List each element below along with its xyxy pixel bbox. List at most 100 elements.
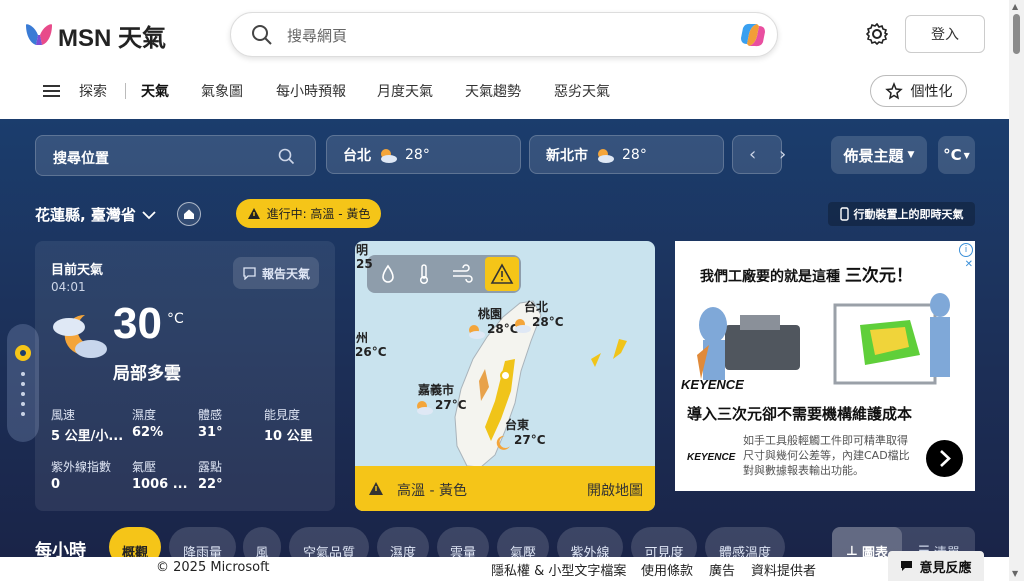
ad-headline-emphasis: 三次元！	[844, 266, 913, 286]
top-nav: 探索 天氣 氣象圖 每小時預報 月度天氣 天氣趨勢 惡劣天氣 個性化	[0, 68, 1009, 119]
page-scrollbar[interactable]: ▲ ▼	[1009, 0, 1024, 581]
city-temp: 28°	[405, 146, 430, 163]
login-button[interactable]: 登入	[905, 15, 985, 53]
nav-item-trends[interactable]: 天氣趨勢	[465, 81, 521, 101]
scroll-up-arrow-icon[interactable]: ▲	[1012, 2, 1018, 11]
copyright: © 2025 Microsoft	[156, 560, 270, 575]
city-pill-partial[interactable]	[732, 135, 782, 174]
scrollbar-thumb[interactable]	[1013, 14, 1020, 54]
stat-feels-like: 體感 31°	[198, 406, 268, 440]
moon-icon	[496, 435, 510, 450]
theme-label: 佈景主題	[843, 146, 904, 165]
search-bar[interactable]: 搜尋網頁	[230, 12, 778, 57]
personalize-label: 個性化	[910, 84, 953, 100]
home-icon[interactable]	[177, 202, 201, 226]
mobile-live-weather-link[interactable]: 行動裝置上的即時天氣	[828, 202, 975, 226]
tab-pressure[interactable]: 氣壓	[497, 527, 549, 557]
tab-cloud-cover[interactable]: 雲量	[437, 527, 489, 557]
ad-brand: KEYENCE	[681, 377, 744, 392]
ad-go-button[interactable]	[926, 440, 963, 477]
map-city-label: 台北	[524, 300, 549, 314]
heat-alert-pill[interactable]: 進行中: 高溫 - 黃色	[236, 199, 381, 228]
map-city-temp: 26°C	[355, 345, 387, 359]
stat-value: 62%	[132, 425, 164, 440]
feedback-label: 意見反應	[919, 560, 972, 576]
chevron-right-icon[interactable]: ›	[779, 144, 786, 165]
ad-brand-small: KEYENCE	[687, 452, 736, 463]
map-city-temp: 27°C	[514, 433, 546, 447]
stat-visibility: 能見度 10 公里	[264, 406, 334, 444]
tab-feels-like[interactable]: 體感溫度	[705, 527, 785, 557]
footer: © 2025 Microsoft 隱私權 & 小型文字檔案 使用條款 廣告 資料…	[0, 557, 1009, 581]
tab-visibility[interactable]: 可見度	[631, 527, 697, 557]
search-input[interactable]: 搜尋網頁	[287, 25, 347, 46]
star-sparkle-icon	[884, 82, 903, 100]
map-alert-footer[interactable]: 高溫 - 黃色 開啟地圖	[355, 466, 655, 511]
unit-dropdown[interactable]: °C ▼	[938, 136, 975, 174]
city-pill-new-taipei[interactable]: 新北市 28°	[529, 135, 724, 174]
chart-view-label: 圖表	[861, 545, 888, 558]
ad-close-icon[interactable]: ✕	[965, 259, 973, 270]
partly-cloudy-night-icon	[53, 314, 107, 358]
unit-label: °C	[943, 146, 962, 164]
nav-item-monthly[interactable]: 月度天氣	[377, 81, 433, 101]
search-icon	[278, 148, 295, 165]
current-temperature: 30	[113, 299, 162, 348]
location-search-input[interactable]: 搜尋位置	[35, 135, 316, 176]
nav-item-severe[interactable]: 惡劣天氣	[554, 81, 610, 101]
stat-dew-point: 露點 22°	[198, 458, 268, 492]
city-name: 台北	[343, 147, 371, 164]
chevron-left-icon[interactable]: ‹	[749, 144, 756, 165]
scroll-down-arrow-icon[interactable]: ▼	[1012, 569, 1018, 578]
stat-humidity: 濕度 62%	[132, 406, 202, 440]
map-city-temp: 27°C	[435, 398, 467, 412]
open-map-link[interactable]: 開啟地圖	[587, 480, 643, 500]
footer-link-terms[interactable]: 使用條款	[641, 560, 693, 579]
map-layer-toolbar	[367, 255, 521, 293]
location-search-placeholder: 搜尋位置	[53, 151, 109, 167]
stat-label: 露點	[198, 460, 223, 474]
ad-headline-text: 我們工廠要的就是這種	[700, 269, 840, 285]
report-weather-button[interactable]: 報告天氣	[233, 257, 319, 289]
theme-dropdown[interactable]: 佈景主題 ▼	[831, 136, 927, 174]
msn-weather-logo[interactable]: MSN 天氣	[24, 18, 166, 53]
copilot-icon[interactable]	[739, 22, 767, 48]
stat-label: 濕度	[132, 408, 157, 422]
tab-uv[interactable]: 紫外線	[557, 527, 623, 557]
nav-item-weather-map[interactable]: 氣象圖	[201, 81, 243, 101]
stat-value: 5 公里/小...	[51, 429, 124, 444]
nav-item-weather[interactable]: 天氣	[141, 81, 169, 101]
tab-precipitation[interactable]: 降雨量	[169, 527, 236, 557]
hamburger-menu-icon[interactable]	[43, 85, 60, 97]
weather-map[interactable]: 明 25 州 26°C 桃園 28°C 台北 28°C 嘉義市 27°C 台東 …	[355, 241, 655, 511]
thermometer-icon[interactable]	[413, 263, 435, 285]
tab-humidity[interactable]: 濕度	[377, 527, 429, 557]
caret-down-icon: ▼	[907, 150, 915, 160]
tab-wind[interactable]: 風	[243, 527, 281, 557]
warning-layer-button[interactable]	[485, 257, 519, 291]
footer-link-privacy[interactable]: 隱私權 & 小型文字檔案	[491, 560, 626, 579]
personalize-button[interactable]: 個性化	[870, 75, 967, 107]
wind-icon[interactable]	[451, 263, 473, 285]
raindrop-icon[interactable]	[377, 263, 399, 285]
footer-link-ads[interactable]: 廣告	[709, 560, 735, 579]
stat-label: 氣壓	[132, 460, 157, 474]
stat-label: 風速	[51, 408, 76, 422]
settings-gear-icon[interactable]	[866, 23, 888, 45]
caret-down-icon: ▼	[963, 150, 970, 160]
nav-item-hourly[interactable]: 每小時預報	[276, 81, 346, 101]
tab-air-quality[interactable]: 空氣品質	[289, 527, 369, 557]
map-city-label: 州	[356, 331, 369, 345]
footer-link-data-providers[interactable]: 資料提供者	[751, 560, 816, 579]
ad-subhead: 導入三次元卻不需要機構維護成本	[687, 405, 913, 423]
hourly-section-title: 每小時	[35, 541, 86, 557]
ad-info-icon[interactable]: i	[959, 243, 973, 257]
partly-cloudy-icon	[417, 401, 433, 415]
location-title[interactable]: 花蓮縣, 臺灣省	[35, 204, 156, 225]
nav-item-explore[interactable]: 探索	[79, 81, 107, 101]
feedback-button[interactable]: 意見反應	[888, 551, 984, 581]
city-pill-taipei[interactable]: 台北 28°	[326, 135, 521, 174]
keyence-advertisement[interactable]: i ✕ 我們工廠要的就是這種 三次元！ KEYENCE 導入三次元卻不需要機構維…	[675, 241, 975, 491]
stat-pressure: 氣壓 1006 ...	[132, 458, 202, 492]
tab-overview[interactable]: 概觀	[109, 527, 161, 557]
